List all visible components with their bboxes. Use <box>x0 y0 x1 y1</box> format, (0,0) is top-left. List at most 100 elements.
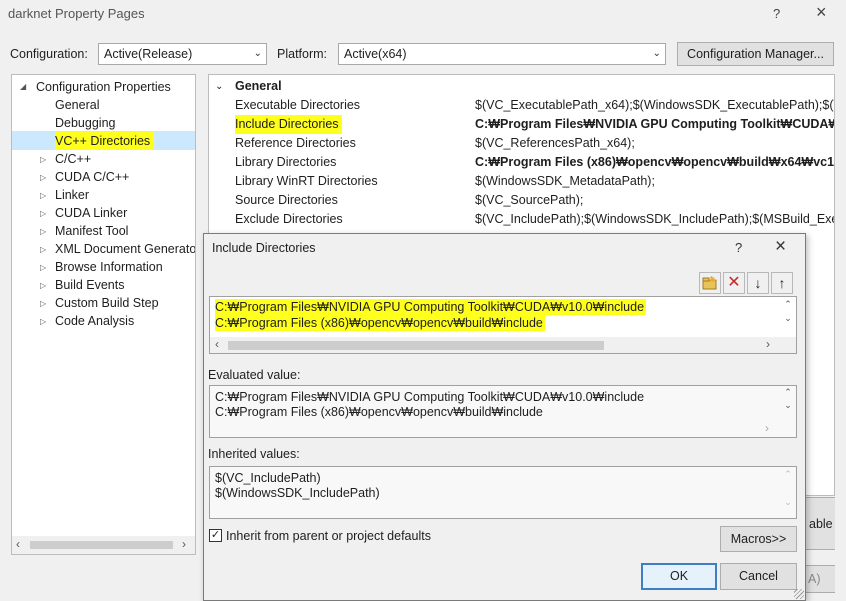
chevron-down-icon: ⌄ <box>253 48 262 59</box>
expanded-triangle-icon[interactable]: ◢ <box>20 82 26 91</box>
platform-value: Active(x64) <box>344 47 407 61</box>
collapsed-triangle-icon[interactable]: ▷ <box>40 155 46 164</box>
cancel-button[interactable]: Cancel <box>720 563 797 590</box>
inherited-vertical-scrollbar[interactable]: ⌃ ⌄ <box>780 467 796 518</box>
grid-row-include-directories[interactable]: Include Directories C:₩Program Files₩NVI… <box>209 115 834 134</box>
row-name: Library WinRT Directories <box>235 174 378 188</box>
evaluated-value-label: Evaluated value: <box>208 368 301 382</box>
collapsed-triangle-icon[interactable]: ▷ <box>40 317 46 326</box>
edit-line[interactable]: C:₩Program Files₩NVIDIA GPU Computing To… <box>215 299 647 315</box>
configuration-value: Active(Release) <box>104 47 193 61</box>
grid-row-reference-directories[interactable]: Reference Directories $(VC_ReferencesPat… <box>209 134 834 153</box>
close-icon[interactable]: × <box>816 2 827 23</box>
move-down-icon[interactable]: ↓ <box>747 272 769 294</box>
close-icon[interactable]: × <box>775 236 786 258</box>
move-up-icon[interactable]: ↑ <box>771 272 793 294</box>
tree-item-cuda-cpp[interactable]: CUDA C/C++ <box>55 168 129 186</box>
inherit-checkbox[interactable]: ✓ <box>209 529 222 542</box>
scroll-left-icon[interactable]: ‹ <box>215 337 219 351</box>
apply-label: able <box>809 517 833 531</box>
tree-item-manifest-tool[interactable]: Manifest Tool <box>55 222 128 240</box>
edit-scroll-thumb[interactable] <box>228 341 604 350</box>
collapsed-triangle-icon[interactable]: ▷ <box>40 173 46 182</box>
help-icon[interactable]: ? <box>735 240 742 255</box>
platform-label: Platform: <box>277 47 328 61</box>
edit-line[interactable]: C:₩Program Files (x86)₩opencv₩opencv₩bui… <box>215 315 545 331</box>
help-icon[interactable]: ? <box>773 6 780 21</box>
grid-section-general[interactable]: ⌄ General <box>209 77 834 96</box>
tree-item-vc-directories[interactable]: VC++ Directories <box>55 132 155 150</box>
scroll-left-icon[interactable]: ‹ <box>16 537 20 551</box>
tree-item-general[interactable]: General <box>55 96 99 114</box>
row-name: Reference Directories <box>235 136 356 150</box>
tree-item-cpp[interactable]: C/C++ <box>55 150 91 168</box>
inherited-values-box: $(VC_IncludePath) $(WindowsSDK_IncludePa… <box>209 466 797 519</box>
collapsed-triangle-icon[interactable]: ▷ <box>40 263 46 272</box>
collapsed-triangle-icon[interactable]: ▷ <box>40 191 46 200</box>
row-name: Exclude Directories <box>235 212 343 226</box>
scroll-up-icon[interactable]: ⌃ <box>780 387 796 398</box>
edit-horizontal-scrollbar[interactable]: ‹ › <box>210 337 796 353</box>
grid-row-source-directories[interactable]: Source Directories $(VC_SourcePath); <box>209 191 834 210</box>
ok-button[interactable]: OK <box>641 563 717 590</box>
row-name: Include Directories <box>235 115 342 134</box>
help-label: A) <box>808 572 821 586</box>
collapsed-triangle-icon[interactable]: ▷ <box>40 281 46 290</box>
grid-row-executable-directories[interactable]: Executable Directories $(VC_ExecutablePa… <box>209 96 834 115</box>
collapsed-triangle-icon[interactable]: ▷ <box>40 227 46 236</box>
edit-vertical-scrollbar[interactable]: ⌃ ⌄ <box>780 297 796 337</box>
row-value: C:₩Program Files (x86)₩opencv₩opencv₩bui… <box>475 155 835 169</box>
new-line-icon[interactable] <box>699 272 721 294</box>
evaluated-horizontal-scrollbar[interactable]: › <box>210 421 780 437</box>
grid-row-exclude-directories[interactable]: Exclude Directories $(VC_IncludePath);$(… <box>209 210 834 229</box>
scroll-right-icon[interactable]: › <box>765 421 769 435</box>
tree-root-configuration-properties[interactable]: Configuration Properties <box>36 78 171 96</box>
row-value: $(VC_ReferencesPath_x64); <box>475 136 635 150</box>
directories-edit-box[interactable]: C:₩Program Files₩NVIDIA GPU Computing To… <box>209 296 797 354</box>
tree-item-custom-build-step[interactable]: Custom Build Step <box>55 294 159 312</box>
tree-item-linker[interactable]: Linker <box>55 186 89 204</box>
collapsed-triangle-icon[interactable]: ▷ <box>40 245 46 254</box>
evaluated-line: C:₩Program Files₩NVIDIA GPU Computing To… <box>215 390 645 404</box>
inherited-values-label: Inherited values: <box>208 447 300 461</box>
chevron-down-icon: ⌄ <box>652 48 661 59</box>
tree-horizontal-scrollbar[interactable]: ‹ › <box>12 536 195 554</box>
section-label: General <box>235 79 282 93</box>
scroll-down-icon[interactable]: ⌄ <box>780 497 796 508</box>
scroll-up-icon[interactable]: ⌃ <box>780 469 796 480</box>
tree-item-browse-information[interactable]: Browse Information <box>55 258 163 276</box>
scroll-right-icon[interactable]: › <box>766 337 770 351</box>
grid-row-library-directories[interactable]: Library Directories C:₩Program Files (x8… <box>209 153 834 172</box>
scroll-down-icon[interactable]: ⌄ <box>780 313 796 324</box>
configuration-manager-button[interactable]: Configuration Manager... <box>677 42 834 66</box>
collapsed-triangle-icon[interactable]: ▷ <box>40 209 46 218</box>
inherit-checkbox-label[interactable]: Inherit from parent or project defaults <box>226 529 431 543</box>
tree-item-debugging[interactable]: Debugging <box>55 114 115 132</box>
dialog-title: Include Directories <box>212 241 316 255</box>
scroll-right-icon[interactable]: › <box>182 537 186 551</box>
evaluated-value-box: C:₩Program Files₩NVIDIA GPU Computing To… <box>209 385 797 438</box>
tree-item-cuda-linker[interactable]: CUDA Linker <box>55 204 127 222</box>
row-value: $(VC_ExecutablePath_x64);$(WindowsSDK_Ex… <box>475 98 835 112</box>
tree-item-build-events[interactable]: Build Events <box>55 276 124 294</box>
tree-scroll-thumb[interactable] <box>30 541 173 549</box>
evaluated-vertical-scrollbar[interactable]: ⌃ ⌄ <box>780 386 796 422</box>
scroll-down-icon[interactable]: ⌄ <box>780 400 796 411</box>
collapsed-triangle-icon[interactable]: ▷ <box>40 299 46 308</box>
delete-line-icon[interactable]: ✕ <box>723 272 745 294</box>
row-name: Executable Directories <box>235 98 361 112</box>
row-name: Source Directories <box>235 193 338 207</box>
chevron-down-icon[interactable]: ⌄ <box>215 77 223 96</box>
tree-item-xml-document-generator[interactable]: XML Document Generator <box>55 240 195 258</box>
resize-grip-icon[interactable] <box>794 589 804 599</box>
platform-select[interactable]: Active(x64) ⌄ <box>338 43 666 65</box>
scroll-up-icon[interactable]: ⌃ <box>780 299 796 310</box>
grid-row-library-winrt-directories[interactable]: Library WinRT Directories $(WindowsSDK_M… <box>209 172 834 191</box>
row-value: $(WindowsSDK_MetadataPath); <box>475 174 655 188</box>
row-value: C:₩Program Files₩NVIDIA GPU Computing To… <box>475 117 835 131</box>
tree-item-code-analysis[interactable]: Code Analysis <box>55 312 134 330</box>
configuration-select[interactable]: Active(Release) ⌄ <box>98 43 267 65</box>
row-name: Library Directories <box>235 155 337 169</box>
macros-button[interactable]: Macros>> <box>720 526 797 552</box>
property-tree[interactable]: ◢ Configuration Properties General Debug… <box>11 74 196 555</box>
